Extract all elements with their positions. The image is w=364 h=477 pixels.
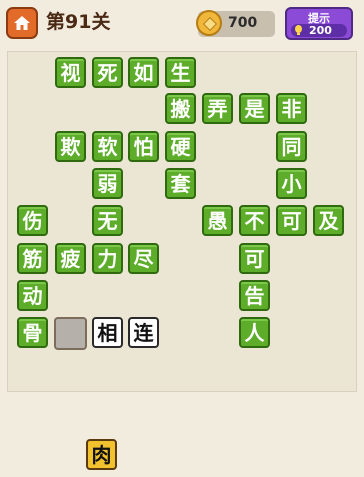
board-tile[interactable]: 软: [92, 131, 123, 162]
board-tile[interactable]: 及: [313, 205, 344, 236]
board-tile[interactable]: 如: [128, 57, 159, 88]
board-tile[interactable]: 尽: [128, 243, 159, 274]
coin-count: 700: [228, 15, 258, 31]
board-tile[interactable]: 骨: [17, 317, 48, 348]
board-tile[interactable]: 非: [276, 93, 307, 124]
answer-tile[interactable]: 肉: [86, 439, 117, 470]
board-tile[interactable]: 视: [55, 57, 86, 88]
board-tile[interactable]: 筋: [17, 243, 48, 274]
hint-count-pill: 200: [291, 24, 347, 37]
board-tile[interactable]: 力: [92, 243, 123, 274]
puzzle-board: 视 死 如 生 搬 弄 是 非 欺 软 怕 硬 同 弱 套 小 伤 无 愚 不 …: [7, 51, 357, 392]
board-tile[interactable]: 同: [276, 131, 307, 162]
board-tile[interactable]: 弄: [202, 93, 233, 124]
board-tile[interactable]: 硬: [165, 131, 196, 162]
board-tile[interactable]: 疲: [55, 243, 86, 274]
board-tile[interactable]: 愚: [202, 205, 233, 236]
top-bar: 第91关 700 提示 200: [0, 0, 364, 46]
home-button[interactable]: [6, 7, 38, 39]
level-title: 第91关: [46, 11, 111, 33]
board-tile[interactable]: 人: [239, 317, 270, 348]
board-tile[interactable]: 弱: [92, 168, 123, 199]
coin-counter: 700: [196, 10, 275, 37]
coin-icon: [196, 10, 222, 36]
board-tile[interactable]: 欺: [55, 131, 86, 162]
hint-count: 200: [309, 24, 332, 37]
lightbulb-icon: [295, 25, 302, 35]
board-tile[interactable]: 无: [92, 205, 123, 236]
empty-slot[interactable]: [54, 317, 87, 350]
hint-button[interactable]: 提示 200: [285, 7, 353, 40]
board-tile[interactable]: 怕: [128, 131, 159, 162]
board-tile[interactable]: 可: [276, 205, 307, 236]
board-tile[interactable]: 套: [165, 168, 196, 199]
board-tile[interactable]: 搬: [165, 93, 196, 124]
home-icon: [14, 16, 30, 30]
board-tile[interactable]: 连: [128, 317, 159, 348]
board-tile[interactable]: 伤: [17, 205, 48, 236]
board-tile[interactable]: 告: [239, 280, 270, 311]
board-tile[interactable]: 动: [17, 280, 48, 311]
board-tile[interactable]: 是: [239, 93, 270, 124]
board-tile[interactable]: 小: [276, 168, 307, 199]
board-tile[interactable]: 死: [92, 57, 123, 88]
board-tile[interactable]: 相: [92, 317, 123, 348]
board-tile[interactable]: 不: [239, 205, 270, 236]
board-tile[interactable]: 可: [239, 243, 270, 274]
board-tile[interactable]: 生: [165, 57, 196, 88]
